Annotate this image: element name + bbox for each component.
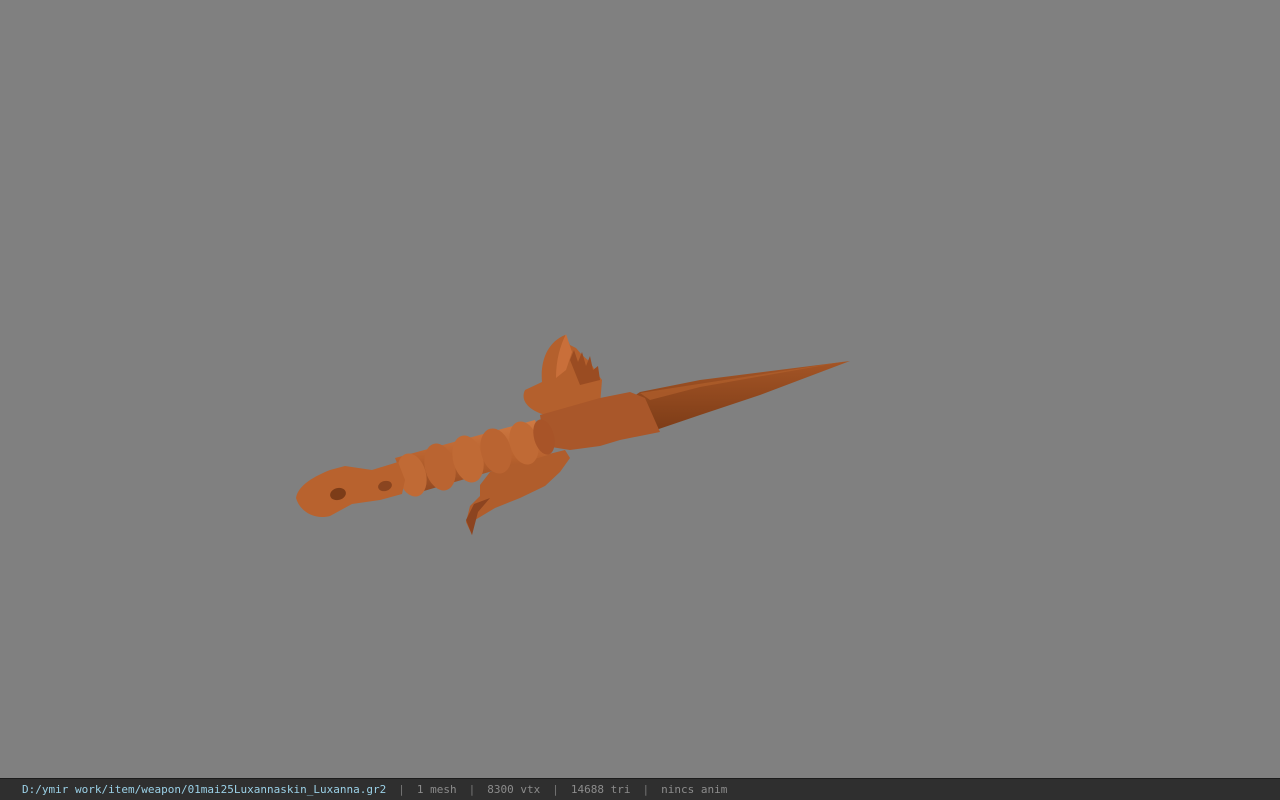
separator: |	[468, 783, 476, 796]
file-path: D:/ymir work/item/weapon/01mai25Luxannas…	[22, 783, 387, 796]
triangle-count: 14688 tri	[570, 783, 631, 796]
dagger-model	[296, 334, 850, 535]
3d-viewport[interactable]	[0, 0, 1280, 778]
animation-status: nincs anim	[661, 783, 728, 796]
separator: |	[398, 783, 405, 796]
separator: |	[642, 783, 650, 796]
vertex-count: 8300 vtx	[487, 783, 541, 796]
separator: |	[552, 783, 559, 796]
mesh-count: 1 mesh	[416, 783, 457, 796]
status-bar: D:/ymir work/item/weapon/01mai25Luxannas…	[0, 778, 1280, 800]
